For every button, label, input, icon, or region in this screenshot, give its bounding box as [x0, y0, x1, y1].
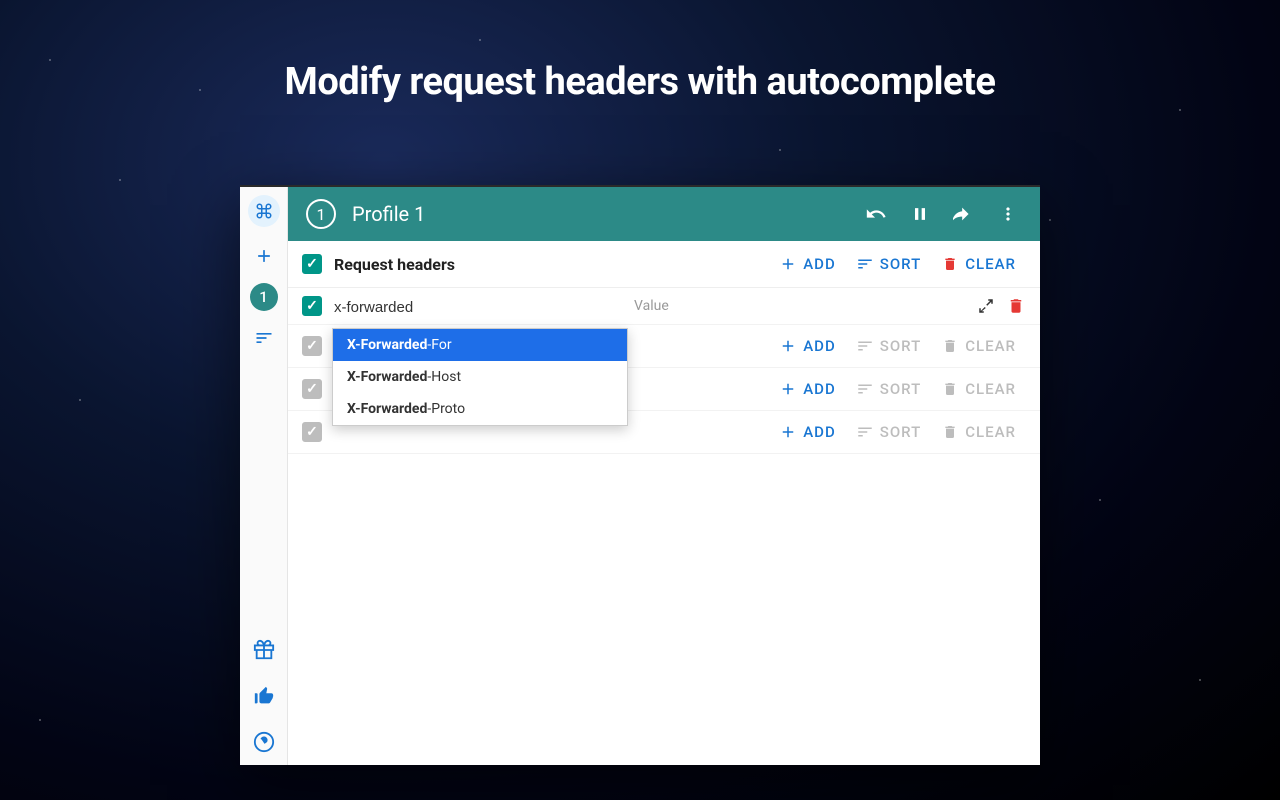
row-checkbox[interactable] [302, 296, 322, 316]
sort-label: SORT [880, 380, 922, 398]
sort-profiles-button[interactable] [245, 319, 283, 357]
sort-label: SORT [880, 255, 922, 273]
profile-badge-number: 1 [317, 205, 326, 224]
clear-label: CLEAR [965, 255, 1016, 273]
sidebar: 1 [240, 187, 288, 765]
ac-prefix: X-Forwarded [347, 401, 427, 417]
ac-prefix: X-Forwarded [347, 337, 427, 353]
section-add-button[interactable]: ADD [769, 251, 846, 277]
ac-suffix: -For [427, 337, 451, 353]
header-name-input[interactable] [334, 299, 634, 316]
sort-icon [856, 255, 874, 273]
share-button[interactable] [950, 200, 978, 228]
request-headers-section: Request headers ADD SORT CLEAR [288, 241, 1040, 288]
autocomplete-item-1[interactable]: X-Forwarded-Host [333, 361, 627, 393]
sort-label: SORT [880, 337, 922, 355]
thumbs-up-button[interactable] [245, 677, 283, 715]
content-area: Request headers ADD SORT CLEAR [288, 241, 1040, 765]
profile-name: Profile 1 [352, 202, 846, 226]
help-button[interactable] [245, 723, 283, 761]
value-placeholder: Value [634, 298, 669, 314]
more-button[interactable] [994, 200, 1022, 228]
gift-button[interactable] [245, 631, 283, 669]
section-title: Request headers [334, 255, 769, 274]
row-clear-button[interactable]: CLEAR [931, 333, 1026, 359]
row-clear-button[interactable]: CLEAR [931, 376, 1026, 402]
sort-label: SORT [880, 423, 922, 441]
delete-row-button[interactable] [1006, 296, 1026, 316]
ac-suffix: -Host [427, 369, 461, 385]
app-window: 1 1 Profile 1 [240, 185, 1040, 765]
row-actions [976, 296, 1026, 316]
trash-icon [941, 337, 959, 355]
profile-number-label: 1 [259, 288, 268, 306]
plus-icon [779, 423, 797, 441]
section-clear-button[interactable]: CLEAR [931, 251, 1026, 277]
ac-suffix: -Proto [427, 401, 465, 417]
main-panel: 1 Profile 1 Request headers [288, 187, 1040, 765]
plus-icon [779, 255, 797, 273]
row-checkbox[interactable] [302, 336, 322, 356]
page-heading: Modify request headers with autocomplete [0, 60, 1280, 104]
clear-label: CLEAR [965, 337, 1016, 355]
pause-button[interactable] [906, 200, 934, 228]
row-add-button[interactable]: ADD [769, 333, 846, 359]
add-label: ADD [803, 423, 836, 441]
expand-icon[interactable] [976, 296, 996, 316]
profile-badge: 1 [306, 199, 336, 229]
sort-icon [856, 337, 874, 355]
section-checkbox[interactable] [302, 254, 322, 274]
undo-button[interactable] [862, 200, 890, 228]
sort-icon [856, 423, 874, 441]
row-sort-button[interactable]: SORT [846, 376, 932, 402]
section-sort-button[interactable]: SORT [846, 251, 932, 277]
row-add-button[interactable]: ADD [769, 419, 846, 445]
autocomplete-dropdown: X-Forwarded-For X-Forwarded-Host X-Forwa… [332, 328, 628, 426]
row-checkbox[interactable] [302, 379, 322, 399]
row-sort-button[interactable]: SORT [846, 333, 932, 359]
ac-prefix: X-Forwarded [347, 369, 427, 385]
header-value-cell[interactable]: Value [634, 298, 976, 314]
row-checkbox[interactable] [302, 422, 322, 442]
trash-icon [941, 255, 959, 273]
row-sort-button[interactable]: SORT [846, 419, 932, 445]
header-name-cell [334, 297, 634, 316]
clear-label: CLEAR [965, 423, 1016, 441]
add-label: ADD [803, 255, 836, 273]
row-add-button[interactable]: ADD [769, 376, 846, 402]
trash-icon [941, 423, 959, 441]
autocomplete-item-2[interactable]: X-Forwarded-Proto [333, 393, 627, 425]
clear-label: CLEAR [965, 380, 1016, 398]
sort-icon [856, 380, 874, 398]
add-label: ADD [803, 337, 836, 355]
row-clear-button[interactable]: CLEAR [931, 419, 1026, 445]
add-profile-button[interactable] [245, 237, 283, 275]
header-input-row: Value X-Forwarded-For X-For [288, 288, 1040, 325]
autocomplete-item-0[interactable]: X-Forwarded-For [333, 329, 627, 361]
command-icon[interactable] [248, 195, 280, 227]
titlebar: 1 Profile 1 [288, 187, 1040, 241]
trash-icon [941, 380, 959, 398]
plus-icon [779, 337, 797, 355]
sidebar-profile-1[interactable]: 1 [250, 283, 278, 311]
plus-icon [779, 380, 797, 398]
add-label: ADD [803, 380, 836, 398]
